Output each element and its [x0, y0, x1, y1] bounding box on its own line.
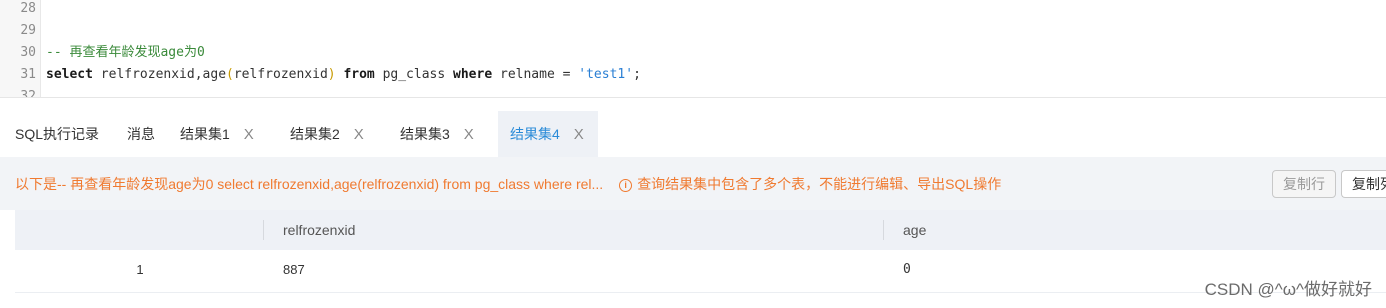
readonly-warning: i 查询结果集中包含了多个表，不能进行编辑、导出SQL操作 — [619, 176, 1001, 192]
tab-label: 结果集4 — [510, 126, 560, 142]
grid-header: relfrozenxid age — [15, 210, 1386, 250]
tab-result-4[interactable]: 结果集4 X — [498, 111, 598, 157]
tab-label: 消息 — [127, 126, 155, 142]
query-summary: 以下是-- 再查看年龄发现age为0 select relfrozenxid,a… — [15, 176, 604, 192]
tab-result-2[interactable]: 结果集2 X — [290, 111, 364, 157]
close-icon[interactable]: X — [464, 126, 474, 143]
tab-result-3[interactable]: 结果集3 X — [400, 111, 474, 157]
code-text: select relfrozenxid,age(relfrozenxid) fr… — [46, 64, 641, 86]
line-number: 28 — [20, 1, 36, 16]
column-header-index — [15, 210, 263, 250]
result-notice-bar: 以下是-- 再查看年龄发现age为0 select relfrozenxid,a… — [0, 157, 1386, 210]
tab-label: SQL执行记录 — [15, 126, 100, 142]
tab-messages[interactable]: 消息 — [127, 111, 155, 157]
line-number: 30 — [20, 45, 36, 60]
close-icon[interactable]: X — [574, 126, 584, 143]
code-token: ; — [633, 67, 641, 82]
code-token: ) — [327, 67, 336, 82]
line-number: 31 — [20, 67, 36, 82]
notice-text: 以下是-- 再查看年龄发现age为0 select relfrozenxid,a… — [15, 174, 1001, 194]
code-token: relname = — [492, 67, 579, 82]
code-token: -- 再查看年龄发现age为0 — [46, 45, 205, 60]
tab-result-1[interactable]: 结果集1 X — [180, 111, 254, 157]
editor-line[interactable]: 31 select relfrozenxid,age(relfrozenxid) … — [0, 64, 1386, 86]
code-token: pg_class — [374, 67, 454, 82]
tab-label: 结果集1 — [180, 126, 230, 142]
copy-row-button[interactable]: 复制行 — [1272, 170, 1336, 198]
editor-line[interactable]: 29 — [0, 20, 1386, 42]
sql-editor[interactable]: 28 29 30 -- 再查看年龄发现age为0 31 select relfrozenx… — [0, 0, 1386, 98]
column-header-age[interactable]: age — [883, 210, 1383, 250]
code-token: relfrozenxid — [233, 67, 328, 82]
editor-line[interactable]: 28 — [0, 0, 1386, 20]
code-token: select — [46, 67, 93, 82]
code-token: relfrozenxid,age — [92, 67, 227, 82]
editor-line[interactable]: 32 — [0, 86, 1386, 98]
code-token: where — [453, 67, 493, 82]
line-number: 29 — [20, 23, 36, 38]
tab-label: 结果集3 — [400, 126, 450, 142]
result-grid: relfrozenxid age 1 887 0 — [15, 210, 1386, 308]
column-header-relfrozenxid[interactable]: relfrozenxid — [263, 210, 883, 250]
close-icon[interactable]: X — [244, 126, 254, 143]
code-text: -- 再查看年龄发现age为0 — [46, 42, 205, 64]
table-row[interactable]: 1 887 0 — [15, 250, 1386, 293]
warning-text: 查询结果集中包含了多个表，不能进行编辑、导出SQL操作 — [637, 176, 1002, 192]
row-index: 1 — [136, 262, 144, 277]
csdn-watermark: CSDN @^ω^做好就好 — [1204, 280, 1372, 299]
result-tabbar: SQL执行记录 消息 结果集1 X 结果集2 X 结果集3 X 结果集4 X — [0, 111, 1386, 157]
code-token: 'test1' — [578, 67, 634, 82]
cell-relfrozenxid[interactable]: 887 — [283, 250, 883, 292]
copy-column-button[interactable]: 复制列 — [1341, 170, 1386, 198]
code-token: ( — [226, 67, 234, 82]
tab-label: 结果集2 — [290, 126, 340, 142]
code-token: from — [343, 67, 375, 82]
close-icon[interactable]: X — [354, 126, 364, 143]
line-number: 32 — [20, 89, 36, 98]
tab-sql-history[interactable]: SQL执行记录 — [15, 111, 99, 157]
info-circle-icon: i — [619, 179, 633, 192]
editor-line[interactable]: 30 -- 再查看年龄发现age为0 — [0, 42, 1386, 64]
